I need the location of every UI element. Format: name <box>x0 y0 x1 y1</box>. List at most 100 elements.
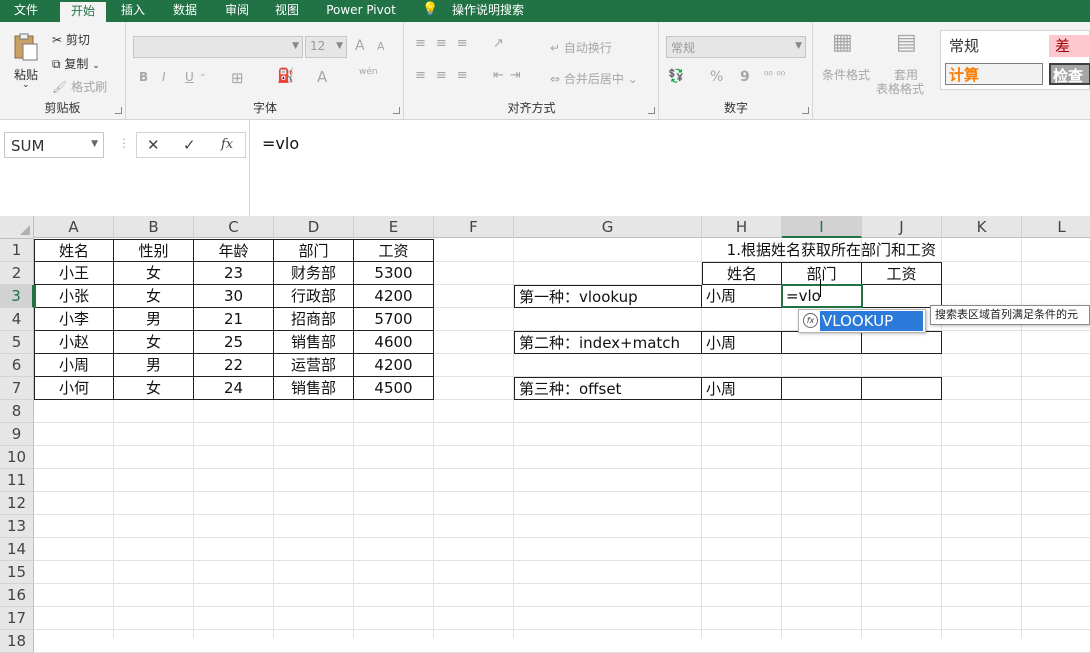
tab-power-pivot[interactable]: Power Pivot <box>318 0 404 22</box>
copy-button[interactable]: ⧉ 复制 ⌄ <box>52 55 100 72</box>
table-header-cell[interactable]: 年龄 <box>194 239 274 262</box>
italic-button[interactable]: I <box>162 70 166 84</box>
method1-label[interactable]: 第一种：vlookup <box>514 285 702 308</box>
row-header-10[interactable]: 10 <box>0 446 34 469</box>
table-cell[interactable]: 行政部 <box>274 285 354 308</box>
column-header-h[interactable]: H <box>702 216 782 238</box>
table-cell[interactable]: 5700 <box>354 308 434 331</box>
indent-icons[interactable]: ⇤⇥ <box>493 68 527 83</box>
clipboard-launcher[interactable] <box>115 107 122 114</box>
horizontal-align-icons[interactable]: ≡≡≡ <box>415 68 478 83</box>
style-calc[interactable]: 计算 <box>945 63 1043 85</box>
decimal-icons[interactable]: ⁰⁰ ⁰⁰ <box>764 69 785 82</box>
table-cell[interactable]: 销售部 <box>274 331 354 354</box>
table-cell[interactable]: 小张 <box>34 285 114 308</box>
lookup-header-cell[interactable]: 姓名 <box>702 262 782 285</box>
column-header-i[interactable]: I <box>782 216 862 238</box>
name-cell-h5[interactable]: 小周 <box>702 331 782 354</box>
table-format-line2[interactable]: 表格格式 <box>876 80 924 97</box>
orientation-icon[interactable]: ↗ <box>493 36 504 51</box>
row-header-2[interactable]: 2 <box>0 262 34 285</box>
table-cell[interactable]: 招商部 <box>274 308 354 331</box>
table-cell[interactable]: 25 <box>194 331 274 354</box>
table-cell[interactable]: 23 <box>194 262 274 285</box>
cell-i7[interactable] <box>782 377 862 400</box>
alignment-launcher[interactable] <box>648 107 655 114</box>
phonetic-icon[interactable]: wén <box>359 67 378 77</box>
currency-icon[interactable]: 💱 <box>668 69 684 84</box>
table-cell[interactable]: 4200 <box>354 354 434 377</box>
table-cell[interactable]: 小周 <box>34 354 114 377</box>
column-header-l[interactable]: L <box>1022 216 1090 238</box>
wrap-text-button[interactable]: ↵ 自动换行 <box>550 39 612 56</box>
cell-j5[interactable] <box>862 331 942 354</box>
table-header-cell[interactable]: 姓名 <box>34 239 114 262</box>
method3-label[interactable]: 第三种：offset <box>514 377 702 400</box>
conditional-format-button[interactable]: 条件格式 <box>822 66 870 83</box>
style-normal[interactable]: 常规 <box>949 35 979 56</box>
cell-j7[interactable] <box>862 377 942 400</box>
table-header-cell[interactable]: 工资 <box>354 239 434 262</box>
underline-dropdown-icon[interactable]: ⌄ <box>199 69 207 79</box>
row-header-12[interactable]: 12 <box>0 492 34 515</box>
tab-view[interactable]: 视图 <box>266 0 308 22</box>
percent-button[interactable]: % <box>710 69 723 85</box>
cell-i5[interactable] <box>782 331 862 354</box>
paste-dropdown-icon[interactable]: ⌄ <box>22 80 30 90</box>
column-header-b[interactable]: B <box>114 216 194 238</box>
column-header-g[interactable]: G <box>514 216 702 238</box>
row-header-6[interactable]: 6 <box>0 354 34 377</box>
table-header-cell[interactable]: 部门 <box>274 239 354 262</box>
row-header-17[interactable]: 17 <box>0 607 34 630</box>
tab-insert[interactable]: 插入 <box>112 0 154 22</box>
row-header-5[interactable]: 5 <box>0 331 34 354</box>
autocomplete-item-vlookup[interactable]: VLOOKUP <box>820 311 923 331</box>
table-cell[interactable]: 22 <box>194 354 274 377</box>
table-cell[interactable]: 女 <box>114 285 194 308</box>
row-header-9[interactable]: 9 <box>0 423 34 446</box>
name-box[interactable]: SUM ▼ <box>4 132 104 158</box>
conditional-format-icon[interactable]: ▦ <box>832 30 853 55</box>
row-header-16[interactable]: 16 <box>0 584 34 607</box>
tab-home[interactable]: 开始 <box>60 0 106 22</box>
row-header-14[interactable]: 14 <box>0 538 34 561</box>
comma-button[interactable]: 9 <box>740 69 750 85</box>
table-cell[interactable]: 21 <box>194 308 274 331</box>
row-header-11[interactable]: 11 <box>0 469 34 492</box>
table-cell[interactable]: 销售部 <box>274 377 354 400</box>
insert-function-icon[interactable]: fx <box>221 137 233 152</box>
enter-icon[interactable]: ✓ <box>183 136 196 154</box>
column-header-a[interactable]: A <box>34 216 114 238</box>
tab-data[interactable]: 数据 <box>164 0 206 22</box>
sheet-grid[interactable]: A B C D E F G H I J K L 1 2 3 4 5 6 7 8 9 10 11 12 13 14 15 16 17 18 姓… <box>0 216 1090 653</box>
table-format-icon[interactable]: ▤ <box>896 30 917 55</box>
table-cell[interactable]: 运营部 <box>274 354 354 377</box>
border-icon[interactable]: ⊞ <box>231 69 244 87</box>
table-cell[interactable]: 4600 <box>354 331 434 354</box>
table-cell[interactable]: 女 <box>114 262 194 285</box>
table-cell[interactable]: 5300 <box>354 262 434 285</box>
table-cell[interactable]: 小何 <box>34 377 114 400</box>
column-header-k[interactable]: K <box>942 216 1022 238</box>
name-cell-h7[interactable]: 小周 <box>702 377 782 400</box>
lookup-header-cell[interactable]: 工资 <box>862 262 942 285</box>
merge-center-button[interactable]: ⇔ 合并后居中 ⌄ <box>550 70 638 87</box>
name-cell-h3[interactable]: 小周 <box>702 285 782 308</box>
grow-font-button[interactable]: A <box>355 38 365 54</box>
name-box-dropdown-icon[interactable]: ▼ <box>91 139 98 149</box>
editing-cell-i3[interactable]: =vlo <box>782 285 862 308</box>
lookup-header-cell[interactable]: 部门 <box>782 262 862 285</box>
style-check[interactable]: 检查 <box>1049 63 1090 85</box>
table-cell[interactable]: 4200 <box>354 285 434 308</box>
vertical-align-icons[interactable]: ≡≡≡ <box>415 36 478 51</box>
row-header-18[interactable]: 18 <box>0 630 34 653</box>
column-header-c[interactable]: C <box>194 216 274 238</box>
font-name-select[interactable]: ▼ <box>133 36 303 58</box>
row-header-8[interactable]: 8 <box>0 400 34 423</box>
table-cell[interactable]: 小赵 <box>34 331 114 354</box>
row-header-1[interactable]: 1 <box>0 239 34 262</box>
style-bad[interactable]: 差 <box>1049 35 1090 57</box>
method2-label[interactable]: 第二种：index+match <box>514 331 702 354</box>
table-cell[interactable]: 30 <box>194 285 274 308</box>
table-cell[interactable]: 24 <box>194 377 274 400</box>
